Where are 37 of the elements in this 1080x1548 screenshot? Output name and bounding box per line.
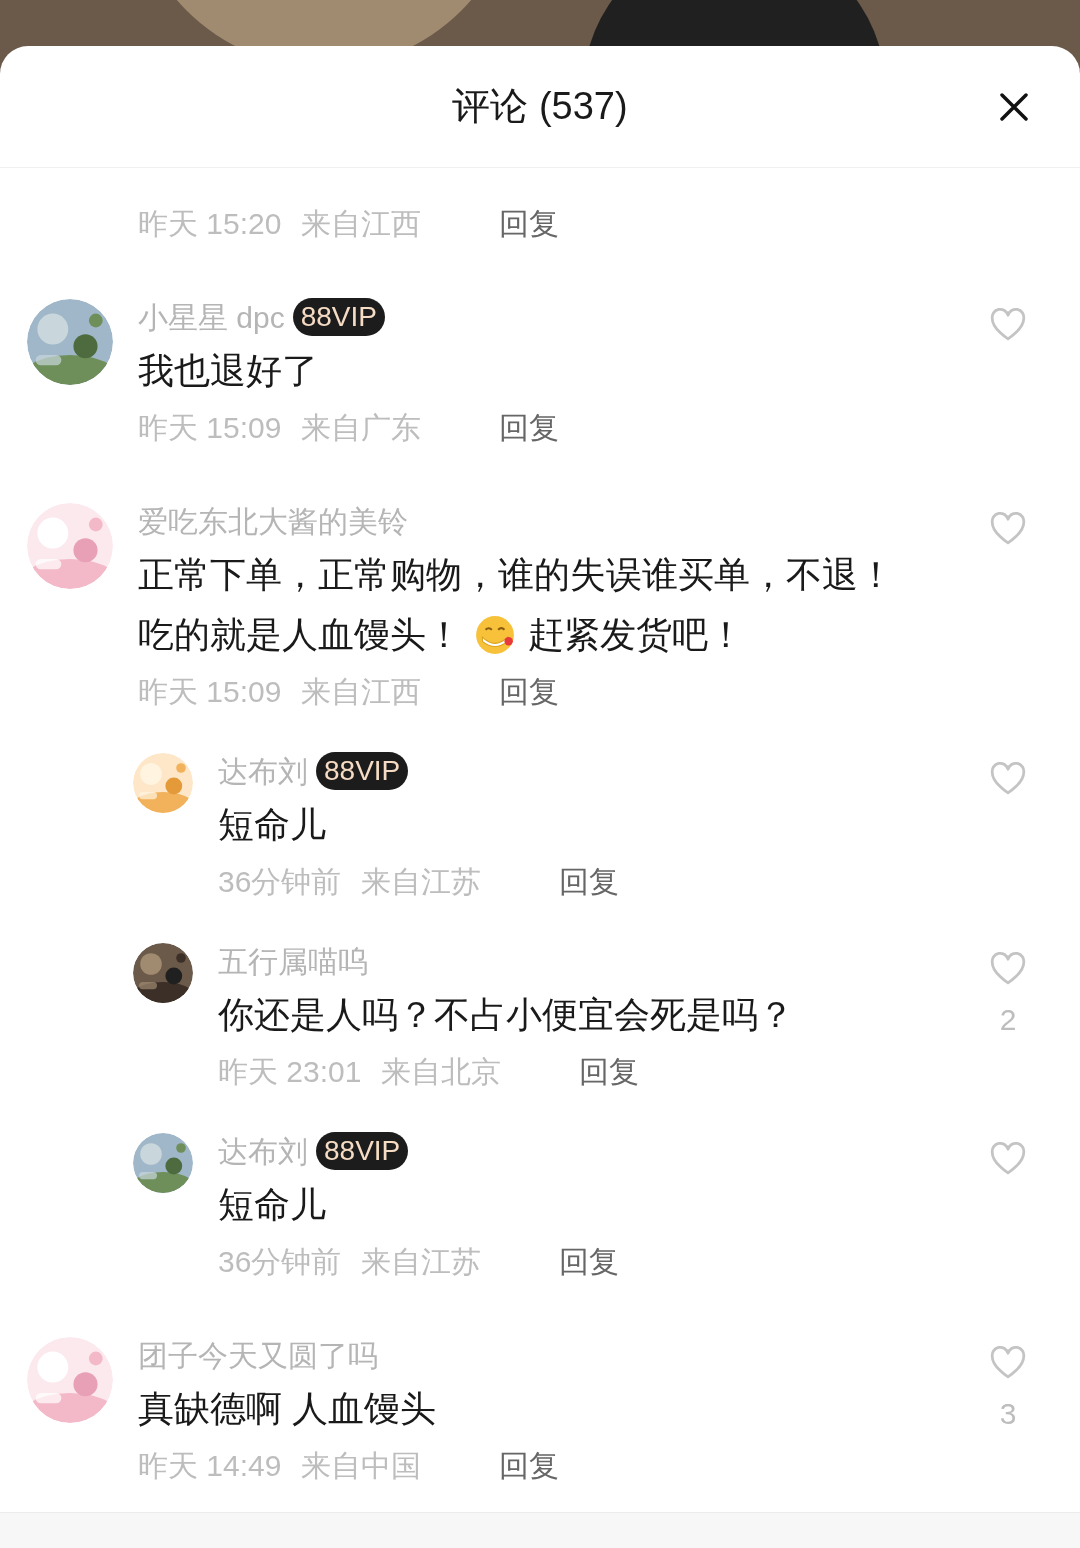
comment-location: 来自北京	[381, 1053, 502, 1090]
reply-link[interactable]: 回复	[559, 858, 620, 904]
comment-text: 你还是人吗？不占小便宜会死是吗？	[218, 993, 794, 1037]
comment-time: 昨天 15:09	[138, 673, 282, 710]
sheet-title: 评论 (537)	[452, 84, 628, 129]
vip-badge: 88VIP	[292, 298, 385, 336]
comment-location: 来自江西	[301, 205, 422, 242]
reply-link[interactable]: 回复	[499, 1442, 560, 1488]
comment-time: 昨天 15:09	[138, 409, 282, 446]
like-count: 3	[999, 1396, 1017, 1432]
reply-link[interactable]: 回复	[499, 668, 560, 714]
comment-text: 短命儿	[218, 1183, 326, 1227]
reply-link[interactable]: 回复	[499, 200, 560, 246]
comment-location: 来自江西	[301, 673, 422, 710]
comment-text: 正常下单，正常购物，谁的失误谁买单，不退！	[138, 553, 894, 597]
comment-location: 来自广东	[301, 409, 422, 446]
comment-time: 昨天 14:49	[138, 1447, 282, 1484]
comment-text: 赶紧发货吧！	[528, 613, 744, 657]
comment-time: 昨天 23:01	[218, 1053, 362, 1090]
comment-text: 真缺德啊 人血馒头	[138, 1387, 436, 1431]
comment-text: 短命儿	[218, 803, 326, 847]
reply-link[interactable]: 回复	[499, 404, 560, 450]
comment-text: 吃的就是人血馒头！	[138, 613, 462, 657]
comment-time: 昨天 15:20	[138, 205, 282, 242]
vip-badge: 88VIP	[316, 752, 409, 790]
vip-badge: 88VIP	[316, 1132, 409, 1170]
emoji-icon	[474, 614, 516, 656]
reply-link[interactable]: 回复	[579, 1048, 640, 1094]
comment-location: 来自江苏	[361, 863, 482, 900]
reply-link[interactable]: 回复	[559, 1238, 620, 1284]
like-count: 2	[999, 1002, 1017, 1038]
comment-text: 我也退好了	[138, 349, 318, 393]
close-icon[interactable]	[998, 90, 1030, 123]
comment-time: 36分钟前	[218, 1243, 342, 1280]
comment-location: 来自江苏	[361, 1243, 482, 1280]
comment-location: 来自中国	[301, 1447, 422, 1484]
comment-time: 36分钟前	[218, 863, 342, 900]
